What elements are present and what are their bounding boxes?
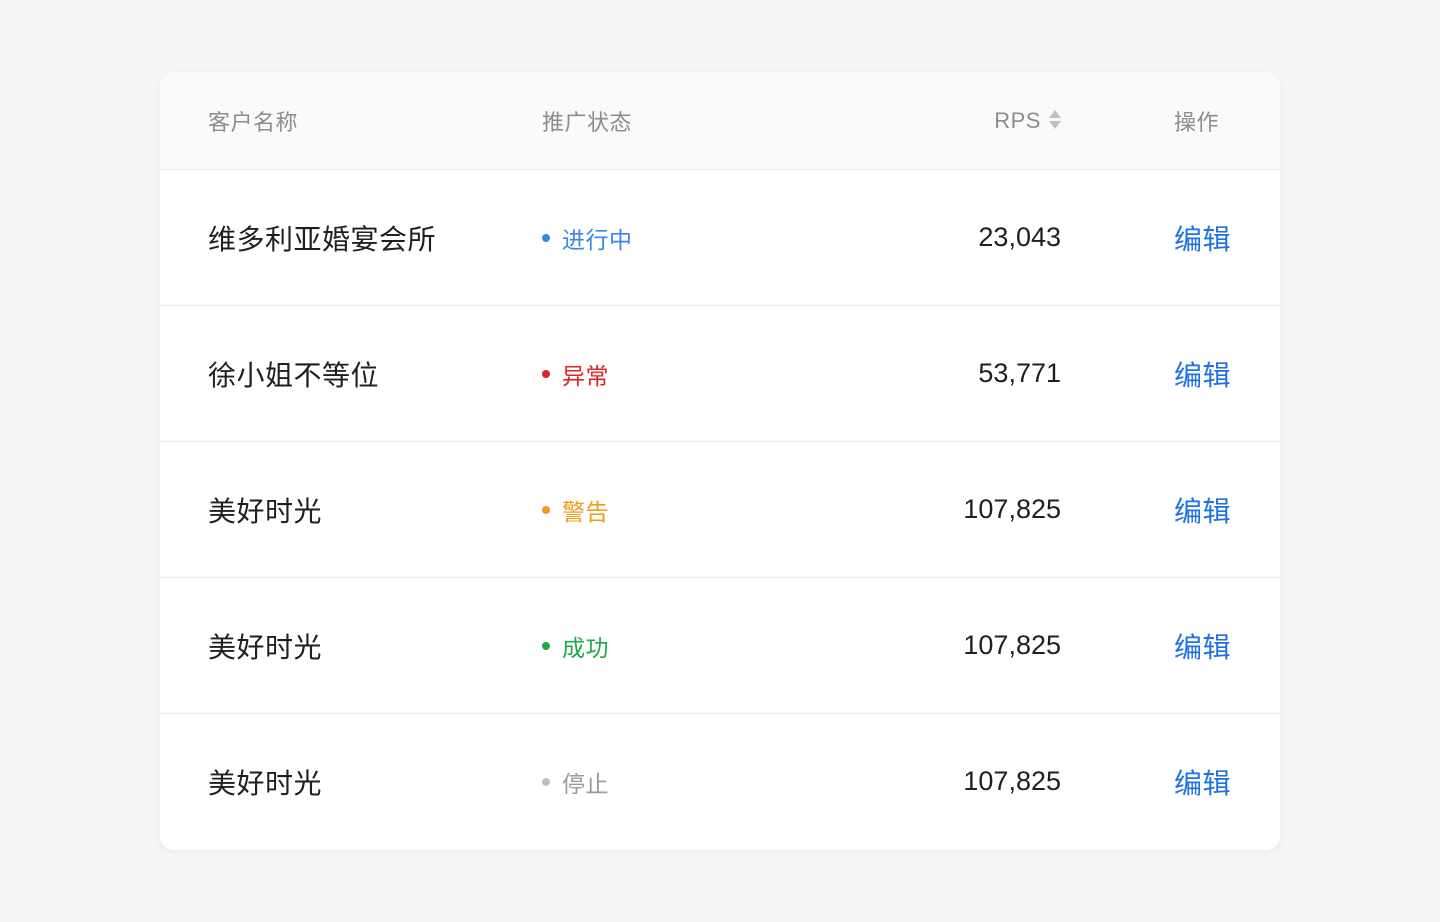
- customer-name: 维多利亚婚宴会所: [208, 223, 437, 255]
- header-action-label: 操作: [1174, 109, 1220, 135]
- cell-customer-name: 美好时光: [208, 626, 322, 666]
- header-status-label: 推广状态: [542, 109, 633, 135]
- cell-rps: 107,825: [963, 630, 1061, 661]
- rps-value: 53,771: [978, 358, 1061, 388]
- edit-link[interactable]: 编辑: [1174, 224, 1231, 255]
- table-body: 维多利亚婚宴会所 进行中 23,043 编辑 徐小姐不等位 异常 53,771 编辑 美好时光警…: [160, 170, 1280, 849]
- edit-link[interactable]: 编辑: [1174, 360, 1231, 391]
- table-row: 美好时光 警告 107,825 编辑: [160, 442, 1280, 578]
- edit-link[interactable]: 编辑: [1174, 768, 1231, 799]
- status-label: 异常: [562, 362, 609, 389]
- header-action: 操作: [1174, 105, 1219, 137]
- cell-customer-name: 维多利亚婚宴会所: [208, 218, 436, 258]
- cell-status: 停止: [542, 765, 609, 799]
- status-dot-icon: [542, 641, 550, 650]
- rps-value: 107,825: [963, 630, 1061, 660]
- status-dot-icon: [542, 505, 550, 514]
- status-label: 警告: [562, 498, 609, 525]
- cell-status: 进行中: [542, 221, 633, 255]
- edit-link[interactable]: 编辑: [1174, 496, 1231, 527]
- table-row: 美好时光 成功 107,825 编辑: [160, 578, 1280, 714]
- cell-rps: 53,771: [978, 358, 1061, 389]
- header-customer-name: 客户名称: [208, 105, 298, 137]
- status-label: 进行中: [562, 226, 633, 253]
- cell-customer-name: 徐小姐不等位: [208, 354, 379, 394]
- cell-rps: 23,043: [978, 222, 1061, 253]
- sort-asc-icon[interactable]: [1049, 110, 1061, 118]
- rps-value: 107,825: [963, 766, 1061, 796]
- header-rps-label: RPS: [994, 107, 1041, 133]
- header-rps-sort[interactable]: RPS: [994, 108, 1061, 134]
- customer-name: 徐小姐不等位: [208, 359, 380, 391]
- rps-value: 23,043: [978, 222, 1061, 252]
- customer-name: 美好时光: [208, 631, 323, 663]
- status-label: 停止: [562, 770, 609, 797]
- table-row: 维多利亚婚宴会所 进行中 23,043 编辑: [160, 170, 1280, 306]
- status-dot-icon: [542, 369, 550, 378]
- table-row: 美好时光 停止 107,825 编辑: [160, 714, 1280, 849]
- sort-desc-icon[interactable]: [1049, 121, 1061, 129]
- cell-customer-name: 美好时光: [208, 762, 322, 802]
- cell-action: 编辑: [1174, 218, 1231, 258]
- cell-status: 警告: [542, 493, 609, 527]
- customer-name: 美好时光: [208, 495, 323, 527]
- cell-action: 编辑: [1174, 354, 1231, 394]
- cell-customer-name: 美好时光: [208, 490, 322, 530]
- table-row: 徐小姐不等位 异常 53,771 编辑: [160, 306, 1280, 442]
- status-dot-icon: [542, 233, 550, 242]
- status-label: 成功: [562, 634, 609, 661]
- cell-rps: 107,825: [963, 766, 1061, 797]
- cell-status: 异常: [542, 357, 609, 391]
- edit-link[interactable]: 编辑: [1174, 632, 1231, 663]
- header-customer-name-label: 客户名称: [208, 109, 299, 135]
- cell-action: 编辑: [1174, 762, 1231, 802]
- cell-rps: 107,825: [963, 494, 1061, 525]
- cell-action: 编辑: [1174, 490, 1231, 530]
- cell-action: 编辑: [1174, 626, 1231, 666]
- rps-value: 107,825: [963, 494, 1061, 524]
- data-table-card: 客户名称 推广状态 RPS 操作 维多利亚婚宴会所 进行中 23,043 编辑 徐小姐不…: [160, 72, 1280, 850]
- table-header: 客户名称 推广状态 RPS 操作: [160, 72, 1280, 170]
- header-status: 推广状态: [542, 105, 632, 137]
- sort-icon[interactable]: [1049, 110, 1061, 129]
- status-dot-icon: [542, 777, 550, 786]
- customer-name: 美好时光: [208, 767, 323, 799]
- cell-status: 成功: [542, 629, 609, 663]
